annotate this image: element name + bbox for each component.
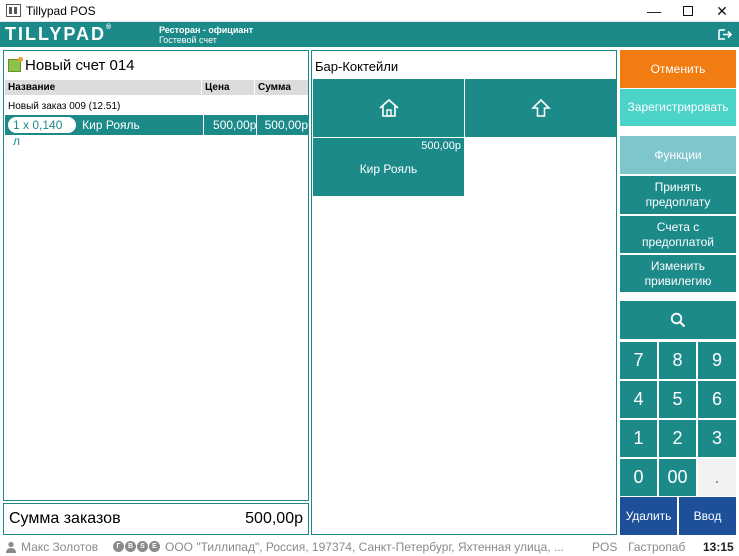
key-6[interactable]: 6 bbox=[698, 381, 736, 418]
status-badge: Г bbox=[113, 541, 124, 552]
category-title: Бар-Коктейли bbox=[315, 59, 399, 74]
order-header-line[interactable]: Новый заказ 009 (12.51) bbox=[8, 101, 120, 112]
key-3[interactable]: 3 bbox=[698, 420, 736, 457]
window-title: Tillypad POS bbox=[26, 4, 96, 18]
current-user: Макс Золотов bbox=[21, 540, 99, 554]
key-7[interactable]: 7 bbox=[620, 342, 657, 379]
order-total: Сумма заказов 500,00р bbox=[3, 503, 309, 535]
product-tile[interactable]: 500,00р Кир Рояль bbox=[313, 138, 464, 196]
item-name: Кир Рояль bbox=[82, 118, 140, 132]
header-screen: Гостевой счет bbox=[159, 35, 217, 45]
product-price: 500,00р bbox=[421, 140, 461, 152]
item-sum: 500,00р bbox=[264, 118, 308, 132]
maximize-icon[interactable] bbox=[671, 0, 705, 22]
search-icon bbox=[670, 312, 686, 328]
key-5[interactable]: 5 bbox=[659, 381, 696, 418]
column-name: Название bbox=[5, 80, 202, 95]
clock: 13:15 bbox=[703, 540, 734, 554]
terminal-mode: POS bbox=[592, 540, 618, 554]
home-category-button[interactable] bbox=[313, 79, 464, 137]
bill-column-headers: Название Цена Сумма bbox=[5, 80, 308, 95]
window-titlebar: Tillypad POS — ✕ bbox=[0, 0, 739, 22]
minimize-icon[interactable]: — bbox=[637, 0, 671, 22]
up-category-button[interactable] bbox=[465, 79, 616, 137]
menu-panel: Бар-Коктейли 500,00р Кир Рояль bbox=[311, 50, 617, 535]
logout-icon[interactable] bbox=[717, 27, 733, 42]
bill-icon bbox=[8, 57, 23, 72]
prepaid-bills-button[interactable]: Счета с предоплатой bbox=[620, 216, 736, 253]
product-name: Кир Рояль bbox=[359, 162, 418, 176]
total-label: Сумма заказов bbox=[9, 510, 121, 527]
key-decimal[interactable]: . bbox=[698, 459, 736, 496]
status-badge: S bbox=[137, 541, 148, 552]
item-price: 500,00р bbox=[213, 118, 257, 132]
status-badges: Г В S Е bbox=[113, 541, 161, 552]
key-00[interactable]: 00 bbox=[659, 459, 696, 496]
status-badge: Е bbox=[149, 541, 160, 552]
key-1[interactable]: 1 bbox=[620, 420, 657, 457]
search-button[interactable] bbox=[620, 301, 736, 339]
column-sum: Сумма bbox=[255, 80, 308, 95]
close-icon[interactable]: ✕ bbox=[705, 0, 739, 22]
key-2[interactable]: 2 bbox=[659, 420, 696, 457]
item-quantity[interactable]: 1 x 0,140 л bbox=[8, 117, 77, 148]
status-bar: Макс Золотов Г В S Е ООО "Тиллипад", Рос… bbox=[0, 538, 739, 556]
accept-prepayment-button[interactable]: Принять предоплату bbox=[620, 176, 736, 214]
app-icon bbox=[6, 4, 21, 17]
app-header: TILLYPAD® Ресторан - официант Гостевой с… bbox=[0, 22, 739, 47]
key-4[interactable]: 4 bbox=[620, 381, 657, 418]
venue-name: Гастропаб bbox=[628, 540, 686, 554]
register-button[interactable]: Зарегистрировать bbox=[620, 89, 736, 126]
cancel-button[interactable]: Отменить bbox=[620, 50, 736, 88]
enter-button[interactable]: Ввод bbox=[679, 497, 736, 535]
column-price: Цена bbox=[202, 80, 255, 95]
bill-item-row[interactable]: 1 x 0,140 л Кир Рояль 500,00р 500,00р bbox=[5, 115, 308, 148]
status-badge: В bbox=[125, 541, 136, 552]
home-icon bbox=[378, 98, 399, 117]
header-mode: Ресторан - официант bbox=[159, 25, 254, 35]
tillypad-logo: TILLYPAD® bbox=[5, 24, 112, 44]
bill-panel: Новый счет 014 Название Цена Сумма Новый… bbox=[3, 50, 309, 501]
key-8[interactable]: 8 bbox=[659, 342, 696, 379]
key-9[interactable]: 9 bbox=[698, 342, 736, 379]
total-value: 500,00р bbox=[245, 510, 303, 527]
change-privilege-button[interactable]: Изменить привилегию bbox=[620, 255, 736, 292]
delete-button[interactable]: Удалить bbox=[620, 497, 677, 535]
key-0[interactable]: 0 bbox=[620, 459, 657, 496]
functions-button[interactable]: Функции bbox=[620, 136, 736, 174]
company-info: ООО "Тиллипад", Россия, 197374, Санкт-Пе… bbox=[165, 540, 564, 554]
bill-title: Новый счет 014 bbox=[8, 57, 135, 74]
arrow-up-icon bbox=[530, 98, 551, 117]
user-icon bbox=[6, 541, 16, 553]
